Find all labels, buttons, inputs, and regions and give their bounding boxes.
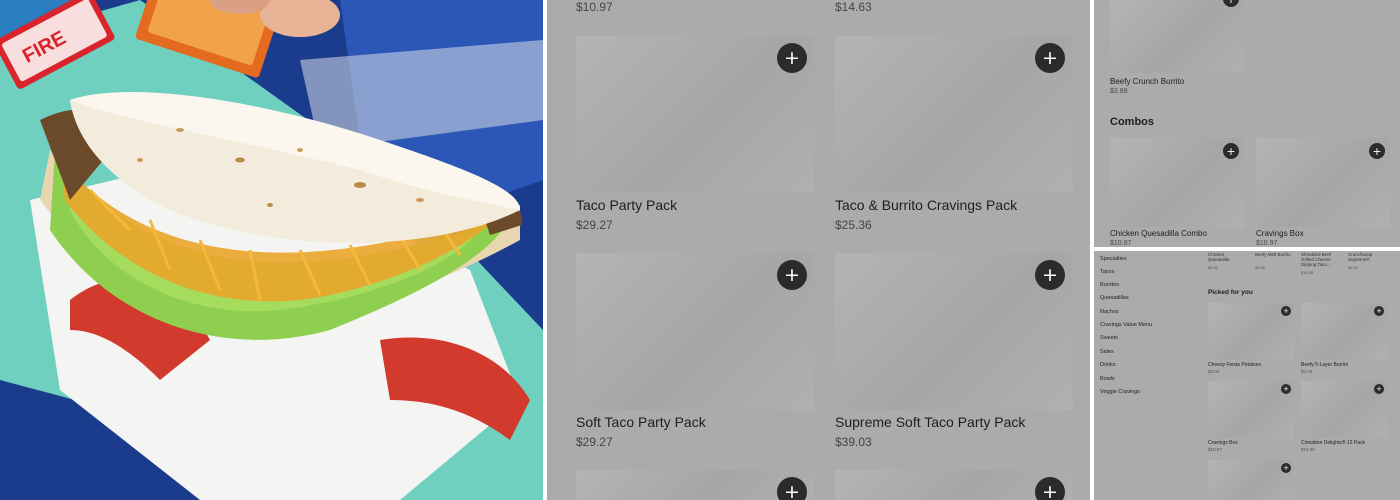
sidebar-item-sides[interactable]: Sides [1100, 349, 1114, 355]
item-name[interactable]: Chicken Quesadilla [1208, 252, 1246, 262]
add-item-button[interactable]: + [1035, 477, 1065, 500]
add-item-button[interactable]: + [777, 260, 807, 290]
item-price: $10.97 [1110, 240, 1132, 247]
plus-icon: + [1042, 480, 1058, 500]
item-name[interactable]: Cravings Box [1208, 440, 1238, 446]
item-price: $6.94 [1348, 265, 1359, 270]
item-name[interactable]: Taco & Burrito Cravings Pack [835, 197, 1017, 213]
add-item-button[interactable]: + [1281, 463, 1291, 473]
section-title: Combos [1110, 116, 1154, 128]
plus-icon: + [1376, 384, 1382, 393]
item-price: $39.03 [835, 435, 872, 449]
add-item-button[interactable]: + [1281, 306, 1291, 316]
sidebar-item-tacos[interactable]: Tacos [1100, 269, 1114, 275]
item-price: $6.82 [1208, 265, 1219, 270]
item-price: $10.97 [576, 0, 613, 14]
item-price: $3.04 [1208, 369, 1220, 374]
item-name[interactable]: Cinnabon Delights® 12 Pack [1301, 440, 1365, 446]
item-name[interactable]: Soft Taco Party Pack [576, 414, 706, 430]
plus-icon: + [1226, 0, 1235, 5]
item-name[interactable]: Taco Party Pack [576, 197, 677, 213]
item-price: $25.36 [835, 218, 872, 232]
item-name[interactable]: Supreme Soft Taco Party Pack [835, 414, 1025, 430]
item-name[interactable]: Cheesy Fiesta Potatoes [1208, 362, 1261, 368]
sidebar-item-drinks[interactable]: Drinks [1100, 362, 1116, 368]
sidebar-item-specialties[interactable]: Specialties [1100, 256, 1127, 262]
sidebar-item-cravings-value-menu[interactable]: Cravings Value Menu [1100, 322, 1152, 328]
combos-panel: + Beefy Crunch Burrito $3.89 Combos + Ch… [1094, 0, 1400, 247]
plus-icon: + [784, 263, 800, 286]
sidebar-item-veggie-cravings[interactable]: Veggie Cravings [1100, 389, 1140, 395]
item-name[interactable]: Cravings Box [1256, 229, 1304, 238]
plus-icon: + [1042, 46, 1058, 69]
plus-icon: + [1376, 306, 1382, 315]
party-packs-grid: $10.97 $14.63 + Taco Party Pack $29.27 +… [547, 0, 1090, 500]
item-name[interactable]: Beefy Melt Burrito [1255, 252, 1293, 257]
sidebar-item-sweets[interactable]: Sweets [1100, 335, 1118, 341]
sidebar-item-burritos[interactable]: Burritos [1100, 282, 1119, 288]
plus-icon: + [784, 480, 800, 500]
item-price: $10.95 [1301, 447, 1315, 452]
item-image[interactable] [1110, 0, 1244, 73]
sidebar-item-bowls[interactable]: Bowls [1100, 376, 1115, 382]
item-price: $10.97 [1208, 447, 1222, 452]
item-price: $10.85 [1301, 270, 1314, 275]
add-item-button[interactable]: + [1035, 43, 1065, 73]
add-item-button[interactable]: + [1035, 260, 1065, 290]
add-item-button[interactable]: + [1374, 384, 1384, 394]
sidebar-item-nachos[interactable]: Nachos [1100, 309, 1119, 315]
item-name[interactable]: Shredded Beef Grilled Cheese Dipping Tac… [1301, 252, 1339, 267]
item-price: $3.89 [1110, 88, 1128, 95]
taco-photo: FIRE [0, 0, 543, 500]
item-name[interactable]: Crunchwrap Supreme® [1348, 252, 1386, 262]
taco-photo-panel: FIRE [0, 0, 543, 500]
plus-icon: + [1283, 463, 1289, 472]
plus-icon: + [784, 46, 800, 69]
plus-icon: + [1283, 384, 1289, 393]
sidebar-item-quesadillas[interactable]: Quesadillas [1100, 295, 1129, 301]
item-price: $10.97 [1256, 240, 1278, 247]
add-item-button[interactable]: + [777, 477, 807, 500]
plus-icon: + [1042, 263, 1058, 286]
add-item-button[interactable]: + [1281, 384, 1291, 394]
plus-icon: + [1372, 144, 1382, 158]
item-price: $14.63 [835, 0, 872, 14]
item-price: $29.27 [576, 218, 613, 232]
item-name[interactable]: Chicken Quesadilla Combo [1110, 229, 1207, 238]
add-item-button[interactable]: + [1369, 143, 1385, 159]
item-price: $29.27 [576, 435, 613, 449]
menu-panel: Specialties Tacos Burritos Quesadillas N… [1094, 251, 1400, 500]
add-item-button[interactable]: + [1374, 306, 1384, 316]
add-item-button[interactable]: + [777, 43, 807, 73]
item-name[interactable]: Beefy Crunch Burrito [1110, 77, 1184, 86]
item-price: $2.66 [1255, 265, 1266, 270]
plus-icon: + [1226, 144, 1236, 158]
item-name[interactable]: Beefy 5-Layer Burrito [1301, 362, 1348, 368]
add-item-button[interactable]: + [1223, 143, 1239, 159]
plus-icon: + [1283, 306, 1289, 315]
item-price: $4.75 [1301, 369, 1313, 374]
section-title: Picked for you [1208, 289, 1253, 296]
